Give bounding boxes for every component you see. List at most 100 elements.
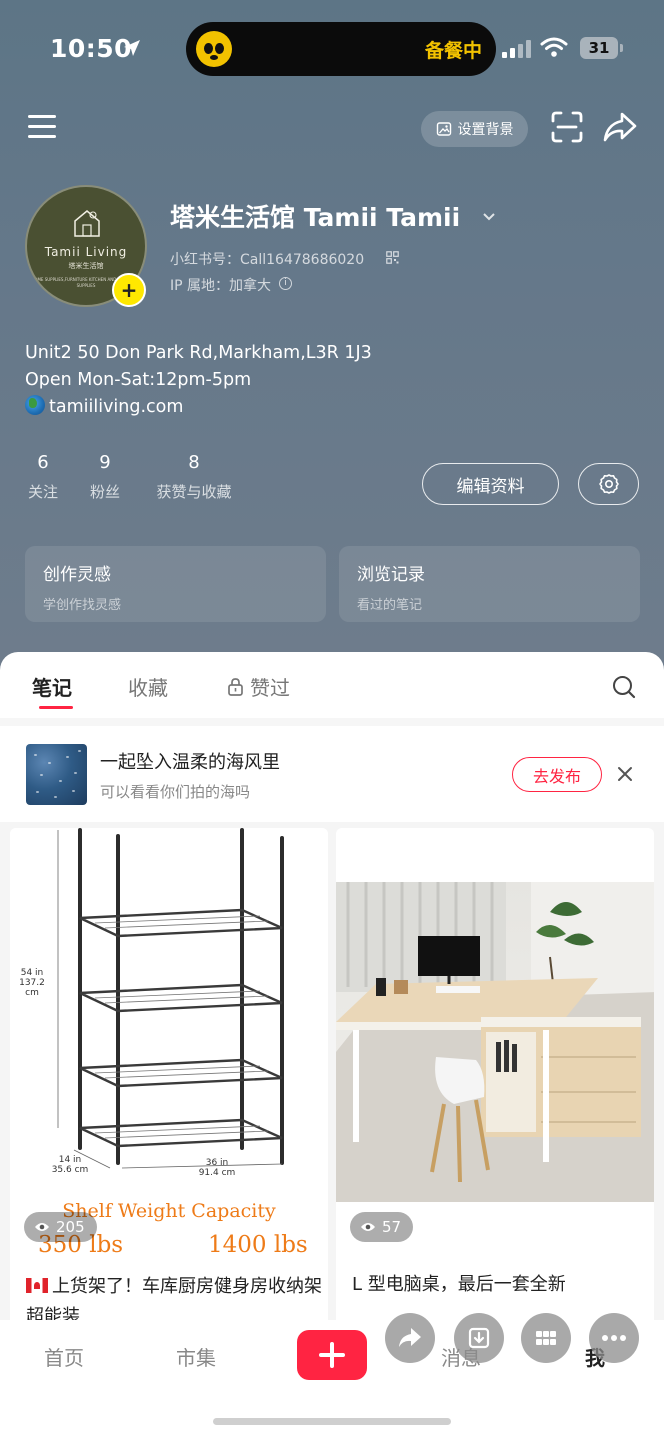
- width-in: 36 in: [205, 1158, 229, 1168]
- battery-cap: [620, 44, 623, 52]
- cellular-signal-icon: [502, 40, 532, 58]
- plus-icon: [319, 1342, 345, 1368]
- bio-address: Unit2 50 Don Park Rd,Markham,L3R 1J3: [25, 343, 372, 363]
- stat-followers[interactable]: 9 粉丝: [87, 452, 123, 502]
- wire-shelf-illustration: [57, 828, 284, 1169]
- prompt-title: 一起坠入温柔的海风里: [100, 752, 280, 773]
- go-publish-button[interactable]: 去发布: [512, 757, 602, 792]
- avatar-sub-text: 塔米生活馆: [68, 262, 104, 270]
- add-avatar-button[interactable]: +: [112, 273, 146, 307]
- red-id: 小红书号：Call16478686020: [170, 252, 365, 268]
- sea-thumbnail: [26, 744, 87, 805]
- tab-notes[interactable]: 笔记: [32, 672, 72, 701]
- wifi-icon: [540, 37, 568, 57]
- l-shaped-desk-illustration: [336, 882, 654, 1202]
- stat-label: 粉丝: [89, 483, 120, 501]
- ip-location: IP 属地：加拿大: [170, 278, 272, 294]
- width-cm: 91.4 cm: [198, 1168, 236, 1178]
- stat-label: 获赞与收藏: [156, 483, 232, 501]
- user-name: 塔米生活馆 Tamii Tamii: [170, 203, 461, 232]
- desk-product-image: [336, 882, 654, 1202]
- edit-profile-button[interactable]: 编辑资料: [422, 463, 559, 505]
- battery-icon: 31: [580, 37, 618, 59]
- scan-icon[interactable]: [550, 110, 584, 144]
- tab-collections[interactable]: 收藏: [128, 672, 168, 701]
- bio-website[interactable]: tamiiliving.com: [49, 397, 183, 417]
- card-subtitle: 看过的笔记: [357, 598, 423, 613]
- view-count: 57: [382, 1218, 402, 1236]
- location-arrow-icon: [124, 40, 140, 56]
- nav-home[interactable]: 首页: [44, 1342, 84, 1371]
- depth-dimension: 14 in 35.6 cm: [50, 1155, 90, 1175]
- download-icon: [468, 1327, 490, 1349]
- settings-button[interactable]: [578, 463, 639, 505]
- image-icon: [436, 122, 451, 136]
- stat-value: 8: [188, 452, 200, 473]
- note-title: L 型电脑桌，最后一套全新: [352, 1274, 566, 1295]
- card-subtitle: 学创作找灵感: [43, 598, 122, 613]
- floating-grid-button[interactable]: [521, 1313, 571, 1363]
- view-count-badge: 205: [24, 1212, 97, 1242]
- stat-value: 6: [37, 452, 49, 473]
- bio-website-row[interactable]: tamiiliving.com: [25, 394, 625, 421]
- set-background-label: 设置背景: [457, 122, 514, 138]
- width-dimension: 36 in 91.4 cm: [192, 1158, 242, 1178]
- section-divider: [0, 718, 664, 726]
- bio-hours: Open Mon-Sat:12pm-5pm: [25, 370, 252, 390]
- card-title: 创作灵感: [43, 565, 111, 585]
- share-icon[interactable]: [602, 110, 638, 144]
- nav-market[interactable]: 市集: [176, 1342, 216, 1371]
- creation-inspiration-card[interactable]: 创作灵感 学创作找灵感: [25, 546, 326, 622]
- profile-tabs: 笔记 收藏 赞过: [0, 652, 664, 718]
- tab-liked[interactable]: 赞过: [250, 672, 290, 701]
- floating-more-button[interactable]: [589, 1313, 639, 1363]
- info-icon[interactable]: i: [279, 277, 292, 290]
- grid-icon: [536, 1331, 556, 1345]
- live-activity-text: 备餐中: [424, 40, 482, 62]
- status-bar: 10:50 备餐中 31: [0, 0, 664, 100]
- canada-flag-icon: [26, 1278, 48, 1293]
- prompt-subtitle: 可以看看你们拍的海吗: [100, 783, 251, 801]
- height-in: 54 in: [20, 968, 44, 978]
- stat-likes-and-saves[interactable]: 8 获赞与收藏: [149, 452, 239, 502]
- floating-share-button[interactable]: [385, 1313, 435, 1363]
- forward-icon: [399, 1328, 421, 1347]
- browse-history-card[interactable]: 浏览记录 看过的笔记: [339, 546, 640, 622]
- note-card[interactable]: 57 L 型电脑桌，最后一套全新: [336, 828, 654, 1333]
- stat-value: 9: [99, 452, 111, 473]
- dynamic-island[interactable]: 备餐中: [186, 22, 496, 76]
- stat-label: 关注: [27, 483, 58, 501]
- topic-prompt-card[interactable]: 一起坠入温柔的海风里 可以看看你们拍的海吗 去发布: [12, 731, 652, 819]
- close-icon[interactable]: [615, 764, 635, 784]
- create-post-button[interactable]: [297, 1330, 367, 1380]
- view-count-badge: 57: [350, 1212, 414, 1242]
- battery-level: 31: [588, 39, 610, 57]
- set-background-button[interactable]: 设置背景: [421, 111, 528, 147]
- more-icon: [602, 1335, 626, 1341]
- depth-cm: 35.6 cm: [51, 1165, 89, 1175]
- globe-icon: [25, 395, 45, 415]
- floating-download-button[interactable]: [454, 1313, 504, 1363]
- panda-app-icon: [196, 31, 232, 67]
- eye-icon: [35, 1223, 49, 1231]
- house-logo-icon: [74, 210, 100, 237]
- search-icon[interactable]: [611, 674, 637, 700]
- shelf-product-image: 54 in 137.2 cm 14 in 35.6 cm 36 in 91.4 cm …: [10, 828, 328, 1258]
- avatar-brand-text: Tamii Living: [44, 245, 128, 259]
- height-cm: 137.2 cm: [19, 978, 45, 998]
- menu-icon[interactable]: [26, 112, 60, 142]
- profile-bio: Unit2 50 Don Park Rd,Markham,L3R 1J3 Ope…: [25, 340, 625, 421]
- depth-in: 14 in: [58, 1155, 82, 1165]
- note-card[interactable]: 54 in 137.2 cm 14 in 35.6 cm 36 in 91.4 cm …: [10, 828, 328, 1333]
- gear-icon: [598, 474, 619, 494]
- height-dimension: 54 in 137.2 cm: [12, 968, 52, 998]
- lock-icon: [228, 678, 243, 696]
- home-indicator[interactable]: [213, 1418, 451, 1425]
- chevron-down-icon[interactable]: [482, 212, 496, 222]
- eye-icon: [361, 1223, 375, 1231]
- stat-following[interactable]: 6 关注: [25, 452, 61, 502]
- active-tab-indicator: [39, 706, 73, 709]
- status-time: 10:50: [50, 34, 133, 63]
- qr-code-icon[interactable]: [386, 251, 399, 264]
- capacity-total: 1400 lbs: [208, 1232, 308, 1258]
